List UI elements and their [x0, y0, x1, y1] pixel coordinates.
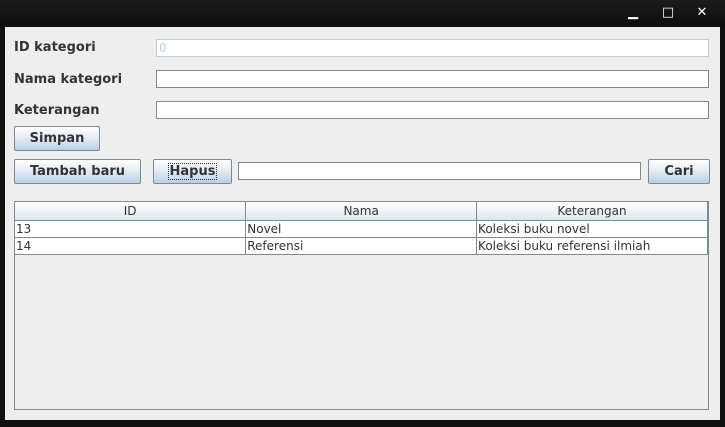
cell-keterangan[interactable]: Koleksi buku novel [476, 220, 708, 238]
cell-keterangan[interactable]: Koleksi buku referensi ilmiah [476, 237, 708, 255]
id-kategori-field [156, 39, 709, 57]
cell-id[interactable]: 14 [15, 237, 247, 255]
kategori-table-scrollpane[interactable]: ID Nama Keterangan 13 Novel Koleksi buku… [14, 201, 709, 410]
simpan-button-label: Simpan [29, 131, 85, 146]
maximize-icon[interactable]: □ [658, 4, 678, 22]
column-header-keterangan[interactable]: Keterangan [476, 202, 708, 221]
nama-kategori-label: Nama kategori [14, 72, 123, 87]
table-row[interactable]: 14 Referensi Koleksi buku referensi ilmi… [15, 237, 708, 255]
cell-nama[interactable]: Referensi [245, 237, 478, 255]
minimize-icon[interactable]: ▁ [623, 4, 643, 22]
title-bar: ▁ □ ✕ [0, 0, 725, 27]
tambah-baru-button-label: Tambah baru [29, 164, 126, 179]
table-row[interactable]: 13 Novel Koleksi buku novel [15, 220, 708, 238]
hapus-button[interactable]: Hapus [153, 159, 232, 184]
kategori-table: ID Nama Keterangan 13 Novel Koleksi buku… [15, 202, 708, 255]
keterangan-field[interactable] [156, 101, 709, 119]
tambah-baru-button[interactable]: Tambah baru [14, 159, 141, 184]
cari-button[interactable]: Cari [648, 159, 710, 184]
hapus-button-label: Hapus [167, 163, 218, 180]
table-header-row: ID Nama Keterangan [15, 202, 708, 221]
id-kategori-label: ID kategori [14, 40, 96, 55]
search-input[interactable] [238, 162, 641, 180]
cell-nama[interactable]: Novel [245, 220, 478, 238]
nama-kategori-field[interactable] [156, 70, 709, 88]
cari-button-label: Cari [664, 164, 694, 179]
close-icon[interactable]: ✕ [692, 4, 712, 22]
simpan-button[interactable]: Simpan [14, 126, 100, 151]
cell-id[interactable]: 13 [15, 220, 247, 238]
keterangan-label: Keterangan [14, 103, 100, 118]
form-panel: ID kategori Nama kategori Keterangan Sim… [5, 27, 720, 420]
column-header-nama[interactable]: Nama [245, 202, 478, 221]
column-header-id[interactable]: ID [15, 202, 247, 221]
